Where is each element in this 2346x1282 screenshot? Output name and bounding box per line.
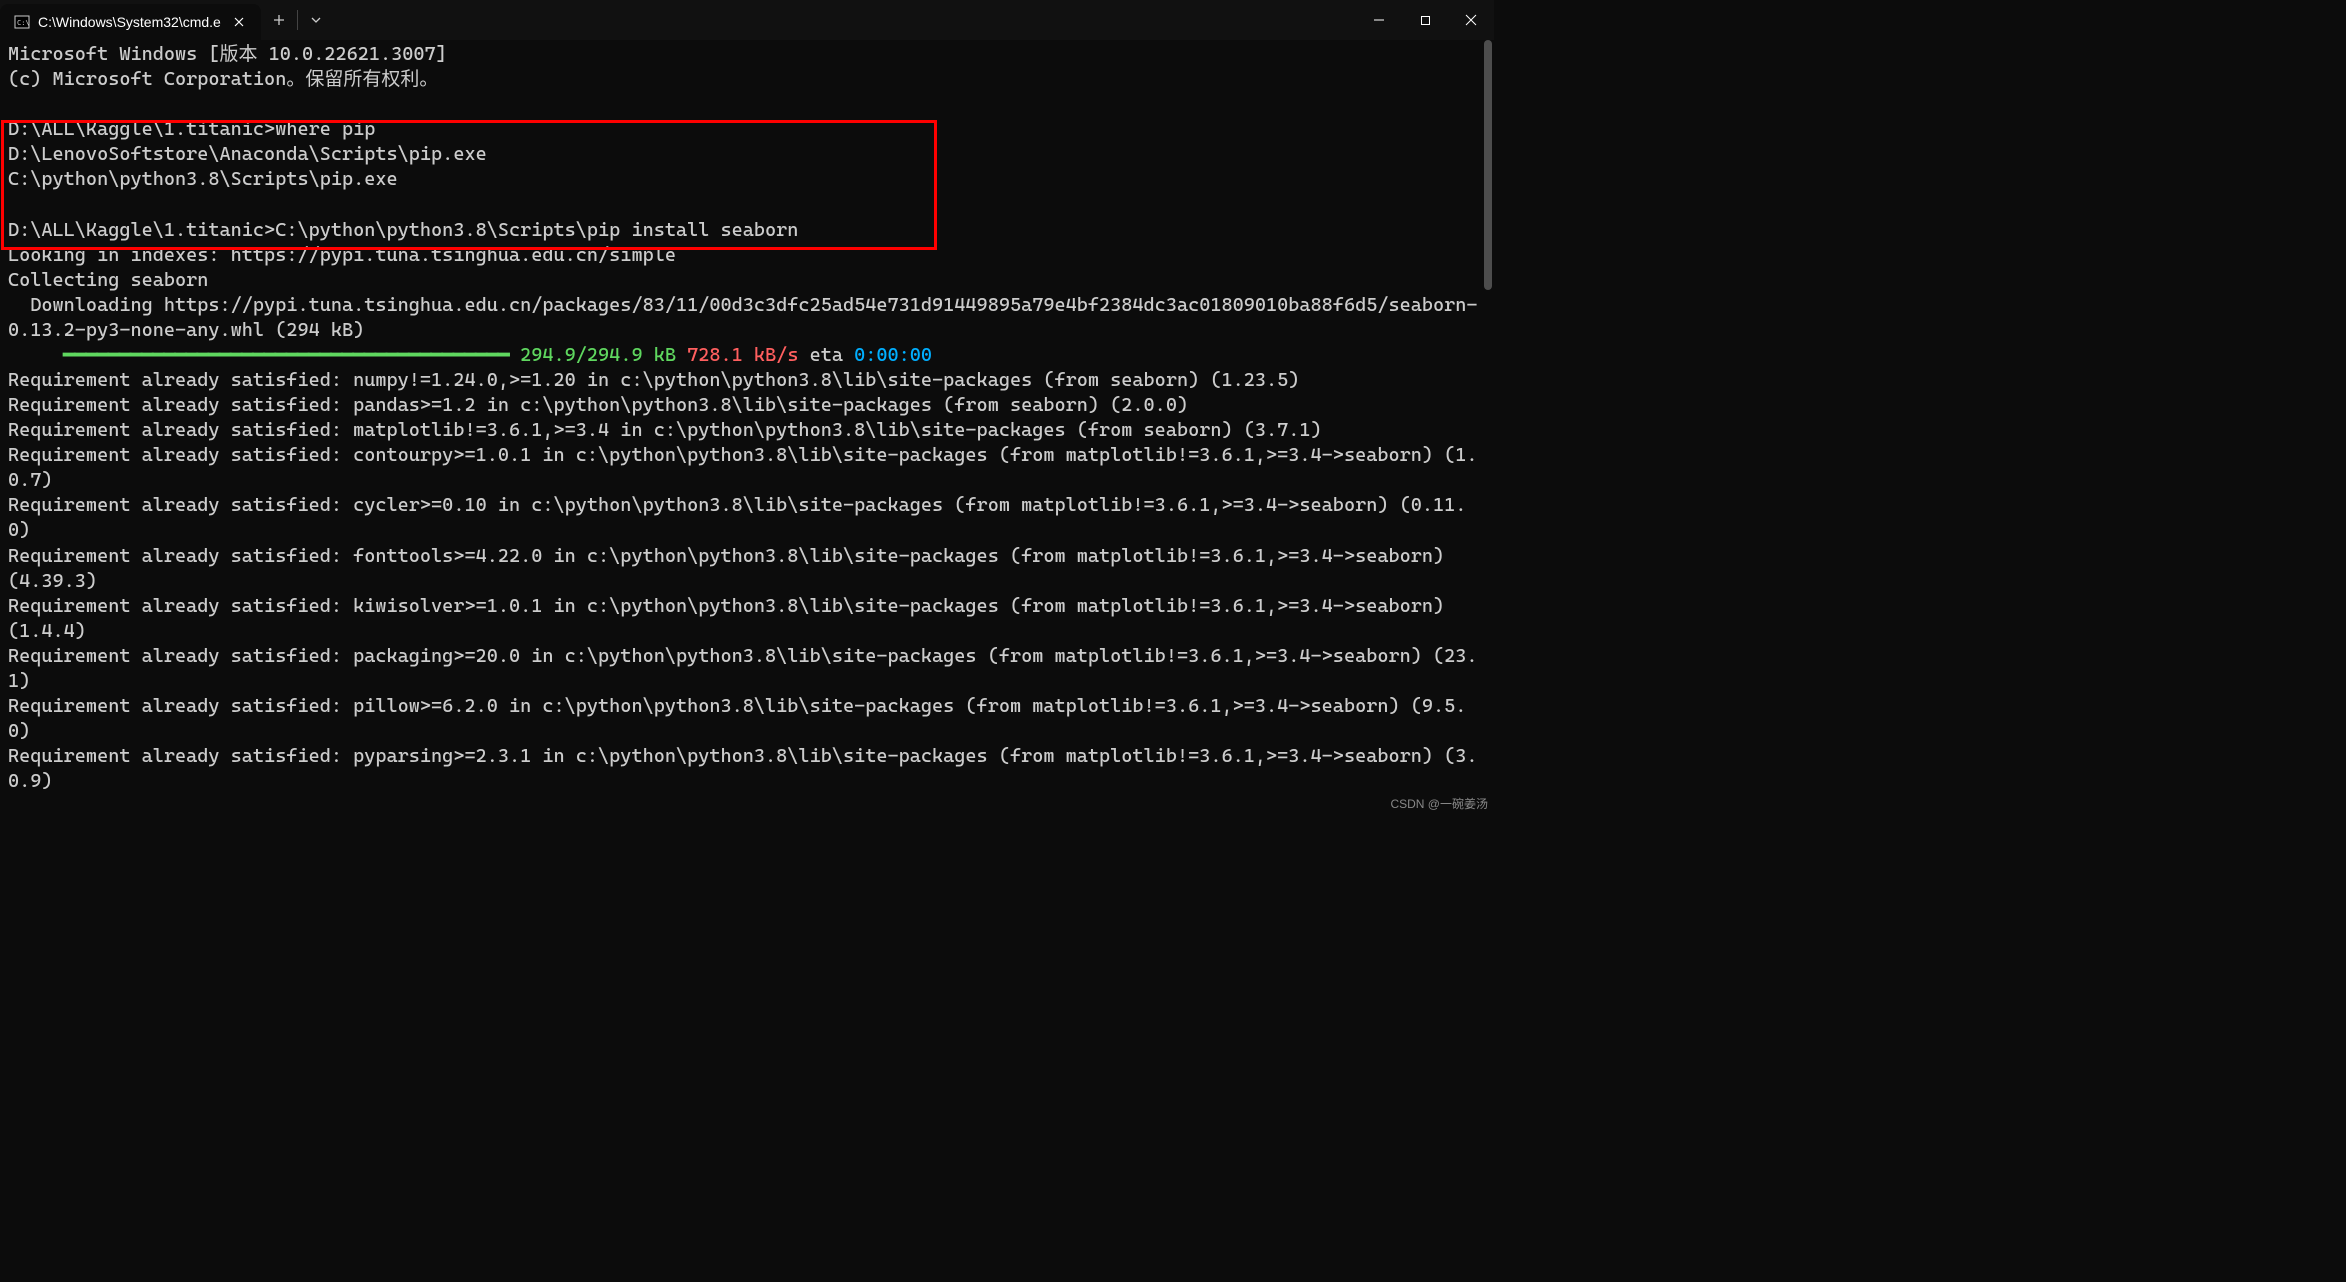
cmd-icon: C:\: [14, 14, 30, 30]
requirement-line: Requirement already satisfied: kiwisolve…: [8, 595, 1455, 642]
progress-speed: 728.1 kB/s: [676, 344, 798, 366]
requirement-line: Requirement already satisfied: numpy!=1.…: [8, 369, 1299, 391]
tab-title: C:\Windows\System32\cmd.e: [38, 14, 221, 30]
requirement-line: Requirement already satisfied: contourpy…: [8, 444, 1478, 491]
requirement-line: Requirement already satisfied: pillow>=6…: [8, 695, 1466, 742]
requirement-line: Requirement already satisfied: cycler>=0…: [8, 494, 1466, 541]
svg-text:C:\: C:\: [17, 19, 30, 27]
prompt-where-pip: D:\ALL\Kaggle\1.titanic>where pip: [8, 118, 375, 140]
close-button[interactable]: [1448, 0, 1494, 40]
prompt-pip-install: D:\ALL\Kaggle\1.titanic>C:\python\python…: [8, 219, 798, 241]
maximize-button[interactable]: [1402, 0, 1448, 40]
progress-bar: ━━━━━━━━━━━━━━━━━━━━━━━━━━━━━━━━━━━━━━━━: [8, 343, 509, 368]
pip-collecting: Collecting seaborn: [8, 269, 208, 291]
window-controls: [1356, 0, 1494, 40]
progress-eta-label: eta: [798, 344, 854, 366]
minimize-button[interactable]: [1356, 0, 1402, 40]
scrollbar-thumb[interactable]: [1484, 40, 1492, 290]
requirement-line: Requirement already satisfied: fonttools…: [8, 545, 1455, 592]
tab-dropdown-button[interactable]: [298, 0, 334, 40]
requirement-line: Requirement already satisfied: packaging…: [8, 645, 1478, 692]
progress-size: 294.9/294.9 kB: [509, 344, 676, 366]
titlebar-drag-area[interactable]: [334, 0, 1356, 40]
requirement-line: Requirement already satisfied: pyparsing…: [8, 745, 1478, 792]
scrollbar-vertical[interactable]: [1482, 40, 1494, 816]
titlebar: C:\ C:\Windows\System32\cmd.e: [0, 0, 1494, 40]
header-line-1: Microsoft Windows [版本 10.0.22621.3007]: [8, 43, 447, 65]
pip-looking-indexes: Looking in indexes: https://pypi.tuna.ts…: [8, 244, 676, 266]
where-pip-output-1: D:\LenovoSoftstore\Anaconda\Scripts\pip.…: [8, 143, 487, 165]
requirement-line: Requirement already satisfied: matplotli…: [8, 419, 1322, 441]
where-pip-output-2: C:\python\python3.8\Scripts\pip.exe: [8, 168, 398, 190]
terminal-output[interactable]: Microsoft Windows [版本 10.0.22621.3007] (…: [0, 40, 1494, 816]
tab-close-button[interactable]: [229, 12, 249, 32]
requirement-line: Requirement already satisfied: pandas>=1…: [8, 394, 1188, 416]
header-line-2: (c) Microsoft Corporation。保留所有权利。: [8, 68, 438, 90]
pip-downloading: Downloading https://pypi.tuna.tsinghua.e…: [8, 294, 1478, 341]
new-tab-button[interactable]: [261, 0, 297, 40]
tab-active[interactable]: C:\ C:\Windows\System32\cmd.e: [0, 4, 261, 40]
watermark: CSDN @一碗姜汤: [1390, 795, 1488, 812]
progress-eta: 0:00:00: [854, 344, 932, 366]
